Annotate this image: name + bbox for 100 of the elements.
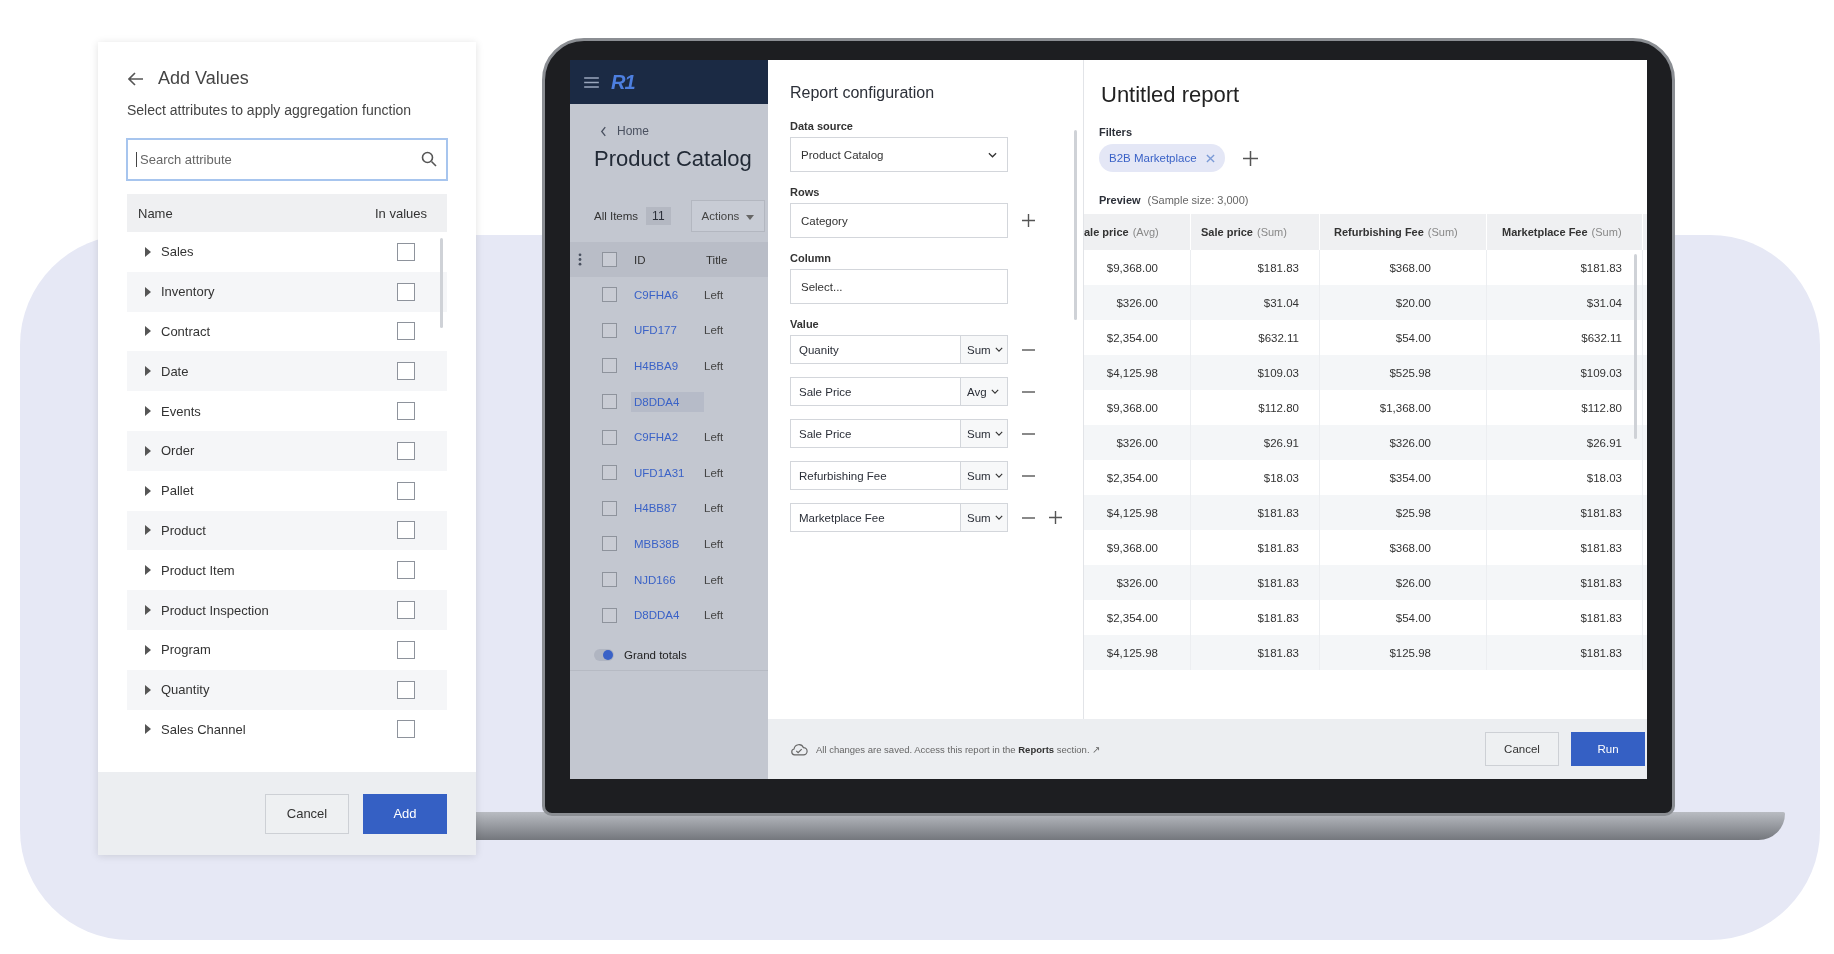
rows-field[interactable]: Category [790, 203, 1008, 238]
table-cell: Left [704, 609, 724, 622]
expand-arrow-icon[interactable] [145, 445, 151, 456]
checkbox[interactable] [397, 680, 415, 699]
table-cell: $4,125.98 [1084, 635, 1191, 670]
cancel-button[interactable]: Cancel [265, 793, 349, 834]
checkbox[interactable] [397, 481, 415, 500]
attribute-name[interactable]: Sales [161, 244, 397, 260]
checkbox[interactable] [602, 500, 617, 516]
expand-arrow-icon[interactable] [145, 565, 151, 576]
expand-arrow-icon[interactable] [145, 724, 151, 735]
table-cell: $181.83 [1487, 565, 1643, 600]
attribute-name[interactable]: Product Item [161, 562, 397, 578]
back-arrow-icon[interactable] [128, 71, 144, 86]
table-cell: $26.91 [1191, 425, 1320, 460]
attribute-name[interactable]: Events [161, 403, 397, 419]
field-label: Rows [790, 186, 821, 198]
table-cell: $4,125.98 [1084, 495, 1191, 530]
column-header: ID [634, 253, 647, 266]
checkbox[interactable] [397, 601, 415, 620]
checkbox[interactable] [397, 720, 415, 739]
expand-arrow-icon[interactable] [145, 684, 151, 695]
checkbox[interactable] [602, 322, 617, 338]
expand-arrow-icon[interactable] [145, 644, 151, 655]
minus-icon[interactable] [1022, 390, 1035, 393]
attribute-name[interactable]: Sales Channel [161, 721, 397, 737]
expand-arrow-icon[interactable] [145, 485, 151, 496]
breadcrumb-link[interactable]: Home [617, 124, 649, 138]
caret-icon[interactable] [746, 215, 755, 220]
plus-icon[interactable] [1049, 511, 1062, 524]
column-header: Marketplace Fee (Sum) [1487, 214, 1643, 250]
column-header: ale price (Avg) [1084, 214, 1191, 250]
expand-arrow-icon[interactable] [145, 366, 151, 377]
checkbox[interactable] [397, 242, 415, 261]
table-cell: $326.00 [1084, 425, 1191, 460]
checkbox[interactable] [397, 362, 415, 381]
logo: R1 [611, 70, 635, 94]
add-filter-icon[interactable] [1242, 150, 1258, 166]
checkbox[interactable] [397, 402, 415, 421]
checkbox[interactable] [602, 429, 617, 445]
table-cell: $125.98 [1320, 635, 1487, 670]
checkbox[interactable] [602, 607, 617, 623]
checkbox[interactable] [602, 287, 617, 303]
table-cell: $25.98 [1320, 495, 1487, 530]
table-cell: Left [704, 502, 724, 515]
checkbox[interactable] [397, 282, 415, 301]
close-icon[interactable] [1205, 153, 1215, 163]
add-button[interactable]: Add [363, 793, 447, 834]
chevron-down-icon[interactable] [988, 151, 997, 158]
minus-icon[interactable] [1022, 432, 1035, 435]
kebab-icon[interactable] [578, 253, 582, 266]
field-label: Column [790, 252, 832, 264]
minus-icon[interactable] [1022, 348, 1035, 351]
checkbox[interactable] [397, 640, 415, 659]
checkbox[interactable] [602, 536, 617, 552]
run-button[interactable]: Run [1571, 732, 1645, 766]
table-cell: Left [704, 360, 724, 372]
filter-chip[interactable]: B2B Marketplace [1099, 144, 1225, 172]
checkbox[interactable] [397, 521, 415, 540]
actions-button[interactable]: Actions [690, 200, 766, 232]
cancel-button[interactable]: Cancel [1485, 732, 1559, 766]
expand-arrow-icon[interactable] [145, 605, 151, 616]
save-status-text: All changes are saved. Access this report in the Reports section. ↗ [816, 743, 1101, 755]
checkbox[interactable] [602, 394, 617, 410]
minus-icon[interactable] [1022, 516, 1035, 519]
checkbox[interactable] [397, 322, 415, 341]
table-cell: $326.00 [1320, 425, 1487, 460]
minus-icon[interactable] [1022, 474, 1035, 477]
view-tab[interactable]: All Items [594, 210, 639, 222]
attribute-name[interactable]: Program [161, 642, 397, 658]
table-cell: $181.83 [1191, 565, 1320, 600]
text-cursor [136, 152, 137, 167]
table-cell: $181.83 [1487, 495, 1643, 530]
expand-arrow-icon[interactable] [145, 525, 151, 536]
checkbox[interactable] [602, 572, 617, 588]
table-cell: $525.98 [1320, 355, 1487, 390]
table-cell: Left [704, 324, 724, 337]
data-source-dropdown[interactable]: Product Catalog [790, 137, 1008, 172]
checkbox[interactable] [602, 252, 617, 267]
checkbox[interactable] [602, 358, 617, 374]
attribute-name[interactable]: Pallet [161, 483, 397, 499]
checkbox[interactable] [397, 441, 415, 460]
search-field[interactable]: Search attribute [126, 138, 448, 181]
column-field[interactable]: Select... [790, 269, 1008, 304]
expand-arrow-icon[interactable] [145, 406, 151, 417]
plus-icon[interactable] [1022, 214, 1035, 227]
chevron-left-icon[interactable] [600, 125, 607, 137]
toggle-switch[interactable] [594, 649, 614, 662]
menu-icon[interactable] [584, 76, 599, 88]
checkbox[interactable] [602, 465, 617, 481]
column-header: Refurbishing Fee (Sum) [1320, 214, 1487, 250]
attribute-name[interactable]: Contract [161, 324, 397, 339]
checkbox[interactable] [397, 561, 415, 580]
expand-arrow-icon[interactable] [145, 246, 151, 257]
expand-arrow-icon[interactable] [145, 326, 151, 337]
table-cell: $31.04 [1191, 285, 1320, 320]
scrollbar[interactable] [1634, 254, 1637, 439]
field-label: Value [790, 318, 820, 330]
expand-arrow-icon[interactable] [145, 286, 151, 297]
search-icon[interactable] [421, 151, 437, 167]
